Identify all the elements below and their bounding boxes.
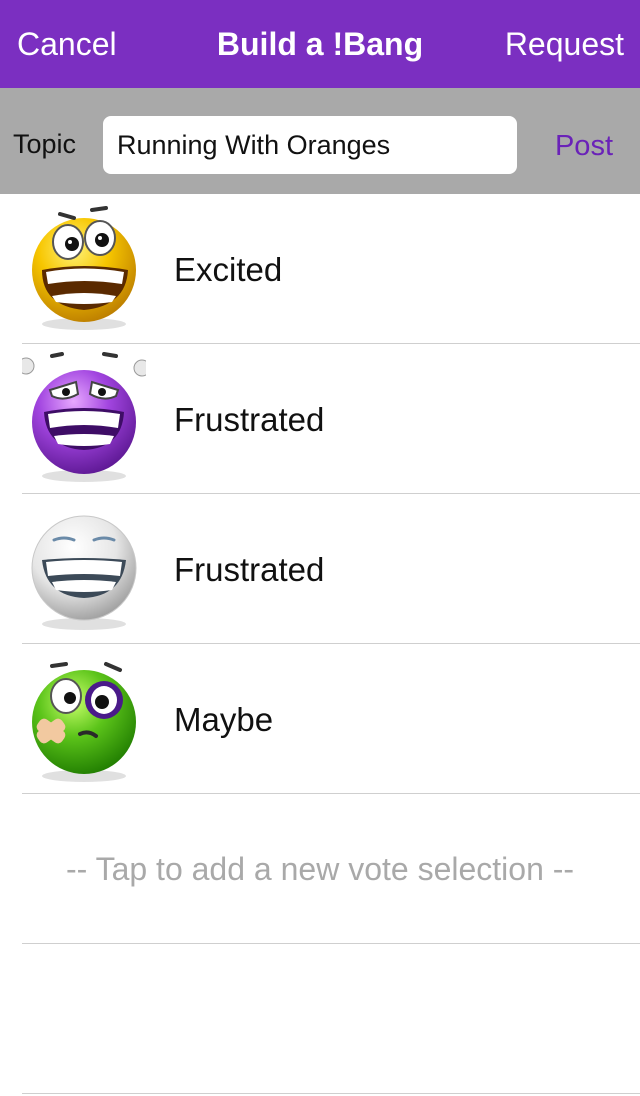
grinning-white-emoji-icon bbox=[31, 515, 137, 630]
vote-selection-label: Excited bbox=[174, 251, 283, 288]
post-button[interactable]: Post bbox=[555, 88, 613, 194]
vote-selection-row[interactable]: Frustrated bbox=[0, 494, 640, 644]
request-button[interactable]: Request bbox=[505, 0, 624, 88]
topic-input[interactable] bbox=[103, 116, 517, 174]
build-bang-screen: Build a !Bang Cancel Request Topic Post bbox=[0, 0, 640, 1096]
vote-selection-row[interactable]: Excited bbox=[0, 194, 640, 344]
topic-label: Topic bbox=[13, 129, 77, 159]
excited-yellow-emoji-icon bbox=[32, 206, 136, 330]
add-vote-selection-label: -- Tap to add a new vote selection -- bbox=[65, 851, 575, 887]
frustrated-purple-emoji-icon bbox=[22, 352, 146, 482]
vote-selection-label: Maybe bbox=[174, 701, 274, 738]
cancel-button[interactable]: Cancel bbox=[17, 0, 117, 88]
vote-selection-row[interactable]: Frustrated bbox=[0, 344, 640, 494]
list-divider bbox=[22, 1093, 640, 1094]
add-vote-selection-row[interactable]: -- Tap to add a new vote selection -- bbox=[0, 794, 640, 944]
topic-bar: Topic Post bbox=[0, 88, 640, 194]
bruised-green-emoji-icon bbox=[32, 662, 136, 782]
vote-selection-row[interactable]: Maybe bbox=[0, 644, 640, 794]
vote-selection-label: Frustrated bbox=[174, 401, 325, 438]
page-title: Build a !Bang bbox=[216, 26, 424, 62]
navigation-bar: Build a !Bang Cancel Request bbox=[0, 0, 640, 88]
vote-selection-label: Frustrated bbox=[174, 551, 325, 588]
vote-selection-list: Excited Frustrated Frustrated Maybe -- T… bbox=[0, 194, 640, 944]
